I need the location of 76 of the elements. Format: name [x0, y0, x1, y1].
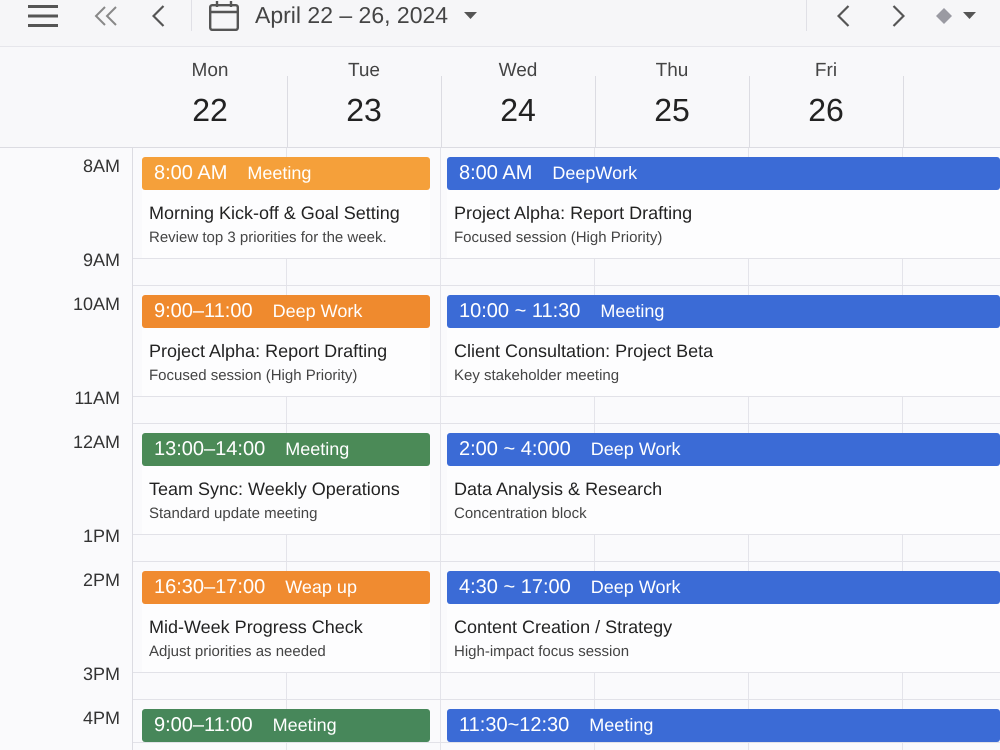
event-time: 9:00–11:00: [154, 300, 253, 323]
event-time: 16:30–17:00: [154, 576, 266, 599]
event-category: Meeting: [589, 715, 654, 736]
event-card[interactable]: 10:00 ~ 11:30 Meeting Client Consultation: Project Beta Key stakeholder meeting: [447, 295, 1000, 396]
day-name: Tue: [348, 61, 380, 81]
event-card[interactable]: 8:00 AM DeepWork Project Alpha: Report Drafting Focused session (High Priority): [447, 157, 1000, 258]
event-category: Weap up: [285, 577, 357, 598]
event-card[interactable]: 4:30 ~ 17:00 Deep Work Content Creation / Strategy High-impact focus session: [447, 571, 1000, 672]
time-label: 10AM: [72, 294, 120, 314]
time-label: 4PM: [82, 708, 120, 728]
event-description: Key stakeholder meeting: [454, 366, 620, 385]
diamond-icon: [935, 6, 953, 24]
event-title: Project Alpha: Report Drafting: [454, 202, 694, 224]
event-time: 4:30 ~ 17:00: [459, 576, 571, 599]
day-number: 25: [654, 91, 690, 129]
day-name: Mon: [192, 61, 228, 81]
calendar-icon[interactable]: [209, 0, 239, 30]
event-title: Client Consultation: Project Beta: [454, 340, 714, 362]
event-description: High-impact focus session: [454, 642, 630, 661]
chevron-left-icon[interactable]: [837, 4, 850, 26]
event-category: DeepWork: [552, 163, 638, 184]
event-card[interactable]: 9:00–11:00 Deep Work Project Alpha: Report Drafting Focused session (High Priority): [142, 295, 430, 396]
time-label: 1PM: [82, 526, 120, 546]
event-time: 8:00 AM: [459, 162, 532, 185]
event-card[interactable]: 9:00–11:00 Meeting: [142, 709, 430, 742]
day-number: 24: [500, 91, 536, 129]
dropdown-button[interactable]: [935, 6, 976, 24]
event-time: 11:30~12:30: [459, 714, 570, 737]
time-label: 12AM: [72, 432, 120, 452]
day-name: Wed: [498, 61, 538, 81]
event-category: Meeting: [272, 715, 337, 736]
time-label: 11AM: [74, 388, 120, 408]
event-category: Meeting: [285, 439, 350, 460]
event-description: Standard update meeting: [149, 504, 318, 523]
chevron-right-icon[interactable]: [892, 4, 905, 26]
time-label: 9AM: [82, 250, 120, 270]
event-time: 2:00 ~ 4:000: [459, 438, 571, 461]
double-chevron-left-icon[interactable]: [94, 6, 118, 26]
event-description: Review top 3 priorities for the week.: [149, 228, 388, 247]
day-name: Thu: [656, 61, 688, 81]
event-title: Content Creation / Strategy: [454, 616, 674, 638]
event-time: 13:00–14:00: [154, 438, 266, 461]
event-category: Meeting: [247, 163, 312, 184]
event-time: 9:00–11:00: [154, 714, 253, 737]
time-label: 2PM: [82, 570, 120, 590]
day-number: 23: [346, 91, 382, 129]
event-description: Focused session (High Priority): [454, 228, 664, 247]
event-card[interactable]: 13:00–14:00 Meeting Team Sync: Weekly Operations Standard update meeting: [142, 433, 430, 534]
time-label: 3PM: [82, 664, 120, 684]
event-time: 8:00 AM: [154, 162, 228, 185]
event-card[interactable]: 16:30–17:00 Weap up Mid-Week Progress Check Adjust priorities as needed: [142, 571, 430, 672]
event-category: Deep Work: [590, 439, 680, 460]
menu-icon[interactable]: [28, 4, 58, 26]
event-description: Focused session (High Priority): [149, 366, 358, 385]
event-title: Data Analysis & Research: [454, 478, 664, 500]
event-description: Adjust priorities as needed: [149, 642, 327, 661]
day-name: Fri: [814, 61, 838, 81]
event-title: Project Alpha: Report Drafting: [149, 340, 388, 362]
day-number: 22: [192, 91, 228, 129]
event-description: Concentration block: [454, 504, 588, 523]
caret-icon: [963, 12, 976, 19]
event-card[interactable]: 11:30~12:30 Meeting: [447, 709, 1000, 742]
event-category: Meeting: [600, 301, 664, 322]
event-card[interactable]: 8:00 AM Meeting Morning Kick-off & Goal Setting Review top 3 priorities for the week.: [142, 157, 430, 258]
date-range-button[interactable]: April 22 – 26, 2024: [255, 2, 478, 29]
event-title: Mid-Week Progress Check: [149, 616, 364, 638]
chevron-left-icon[interactable]: [152, 4, 165, 26]
time-label: 8AM: [82, 156, 120, 176]
event-category: Deep Work: [272, 301, 362, 322]
caret-icon: [464, 12, 478, 19]
event-title: Morning Kick-off & Goal Setting: [149, 202, 401, 224]
event-time: 10:00 ~ 11:30: [459, 300, 580, 323]
day-number: 26: [808, 91, 844, 129]
event-category: Deep Work: [590, 577, 680, 598]
event-title: Team Sync: Weekly Operations: [149, 478, 401, 500]
event-card[interactable]: 2:00 ~ 4:000 Deep Work Data Analysis & Research Concentration block: [447, 433, 1000, 534]
